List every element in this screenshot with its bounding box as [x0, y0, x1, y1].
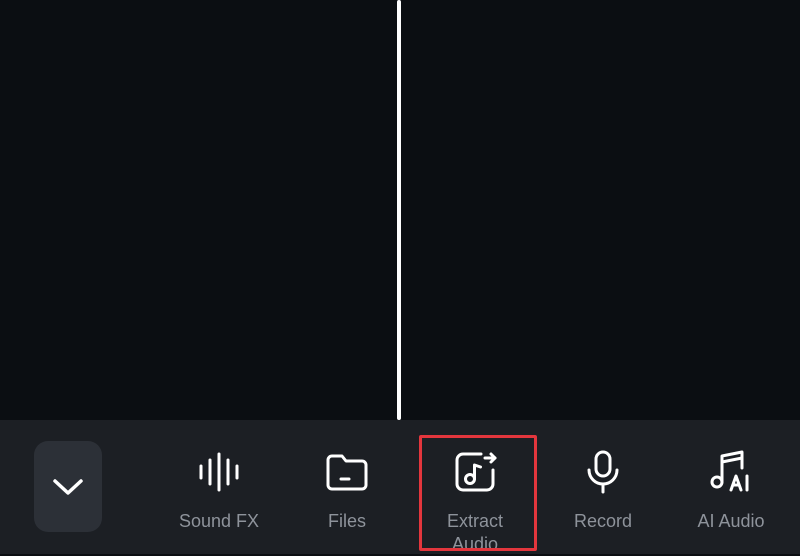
playhead[interactable] [397, 0, 401, 420]
sound-fx-button[interactable]: Sound FX [159, 420, 279, 554]
audio-toolbar: Sound FX Files Extract Audio Record AI A… [0, 420, 800, 554]
ai-audio-label: AI Audio [697, 511, 765, 531]
microphone-icon [587, 450, 619, 494]
extract-audio-label: Extract Audio [446, 511, 503, 554]
sound-fx-label: Sound FX [178, 511, 260, 531]
record-label: Record [573, 511, 633, 531]
timeline-area[interactable] [0, 0, 800, 420]
chevron-down-icon [53, 478, 83, 495]
extract-audio-icon [455, 452, 497, 492]
folder-icon [326, 454, 368, 491]
waveform-icon [199, 452, 239, 492]
ai-audio-button[interactable]: AI Audio [671, 420, 791, 554]
collapse-button[interactable] [34, 441, 102, 532]
files-button[interactable]: Files [287, 420, 407, 554]
files-label: Files [327, 511, 366, 531]
extract-audio-button[interactable]: Extract Audio [415, 420, 535, 554]
music-ai-icon [710, 450, 749, 492]
record-button[interactable]: Record [543, 420, 663, 554]
